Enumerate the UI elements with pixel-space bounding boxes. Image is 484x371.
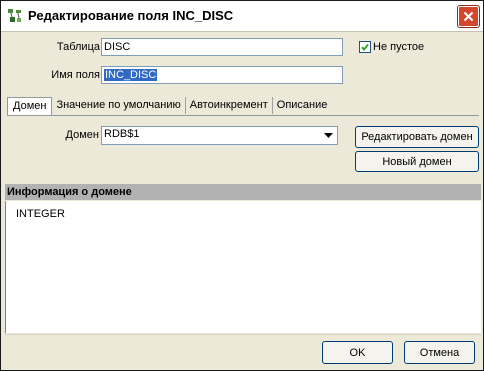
tab-domain[interactable]: Домен: [7, 97, 53, 116]
tab-strip: Домен Значение по умолчанию Автоинкремен…: [7, 97, 332, 116]
domain-label: Домен: [65, 129, 99, 141]
domain-info-header: Информация о домене: [5, 184, 481, 200]
tab-description[interactable]: Описание: [273, 97, 332, 114]
window-title: Редактирование поля INC_DISC: [28, 8, 234, 23]
checkmark-icon: [361, 43, 369, 51]
tab-autoincrement[interactable]: Автоинкремент: [186, 97, 273, 114]
domain-select-value: RDB$1: [104, 128, 140, 140]
not-null-label: Не пустое: [373, 41, 425, 53]
cancel-button[interactable]: Отмена: [404, 341, 475, 364]
close-button[interactable]: [457, 5, 480, 28]
domain-select[interactable]: RDB$1: [101, 126, 338, 145]
table-field[interactable]: DISC: [101, 38, 343, 56]
title-bar[interactable]: Редактирование поля INC_DISC: [1, 1, 483, 32]
field-name-input[interactable]: INC_DISC: [101, 66, 343, 84]
not-null-checkbox[interactable]: [359, 41, 371, 53]
domain-info-text: INTEGER: [16, 208, 65, 220]
close-icon: [463, 11, 474, 22]
tab-default-value[interactable]: Значение по умолчанию: [52, 97, 186, 114]
footer-divider: [5, 334, 481, 335]
dialog-window: Редактирование поля INC_DISC Таблица DIS…: [0, 0, 484, 371]
domain-info-area[interactable]: INTEGER: [5, 201, 481, 333]
chevron-down-icon[interactable]: [321, 128, 336, 143]
field-name-value: INC_DISC: [104, 69, 158, 81]
ok-button[interactable]: OK: [322, 341, 393, 364]
edit-domain-button[interactable]: Редактировать домен: [355, 126, 479, 148]
new-domain-button[interactable]: Новый домен: [355, 151, 479, 172]
field-name-label: Имя поля: [51, 69, 100, 81]
table-label: Таблица: [56, 41, 100, 53]
table-value: DISC: [104, 41, 131, 53]
database-field-icon: [7, 8, 23, 24]
